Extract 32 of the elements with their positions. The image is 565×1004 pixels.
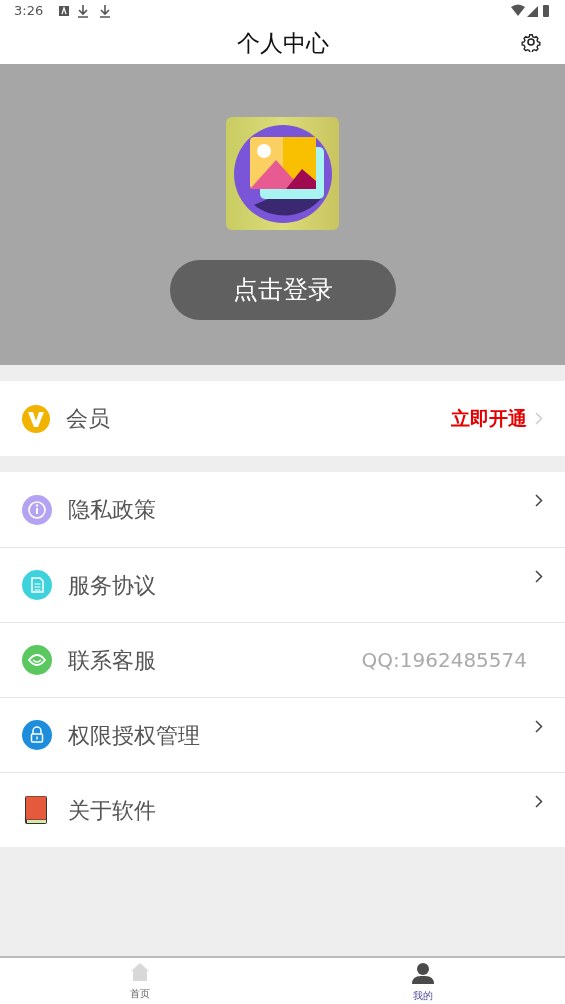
lock-icon — [22, 720, 52, 750]
menu-label: 联系客服 — [68, 646, 156, 675]
vip-icon — [22, 404, 50, 433]
chevron-icon — [535, 412, 543, 425]
headset-icon — [22, 645, 52, 675]
chevron-icon — [535, 795, 543, 808]
menu-item[interactable]: 权限授权管理 — [0, 697, 565, 772]
activate-link[interactable]: 立即开通 — [451, 404, 527, 433]
menu-item[interactable]: 联系客服 QQ:1962485574 — [0, 622, 565, 697]
menu-label: 服务协议 — [68, 571, 156, 600]
menu-label: 权限授权管理 — [68, 721, 200, 750]
menu-item[interactable]: 隐私政策 — [0, 472, 565, 547]
contact-number: QQ:1962485574 — [361, 647, 527, 674]
menu-label: 隐私政策 — [68, 496, 156, 524]
page-title: 个人中心 — [236, 28, 329, 58]
login-button[interactable]: 点击登录 — [169, 260, 396, 320]
chevron-icon — [535, 720, 543, 733]
person-icon[interactable] — [410, 962, 435, 984]
menu-item[interactable]: 服务协议 — [0, 547, 565, 622]
settings-icon[interactable] — [521, 32, 541, 52]
member-row[interactable]: 会员 立即开通 — [0, 381, 565, 456]
info-icon — [22, 494, 52, 525]
system-status-icons — [511, 4, 551, 18]
document-icon — [22, 570, 52, 600]
status-time: 3:26 — [14, 2, 44, 21]
menu-item[interactable]: 关于软件 — [0, 772, 565, 847]
tab-label[interactable]: 首页 — [130, 986, 151, 1001]
menu-label: 关于软件 — [68, 796, 156, 825]
tab-label[interactable]: 我的 — [412, 988, 433, 1003]
member-label: 会员 — [66, 405, 110, 433]
chevron-icon — [535, 570, 543, 583]
chevron-icon — [535, 494, 543, 507]
